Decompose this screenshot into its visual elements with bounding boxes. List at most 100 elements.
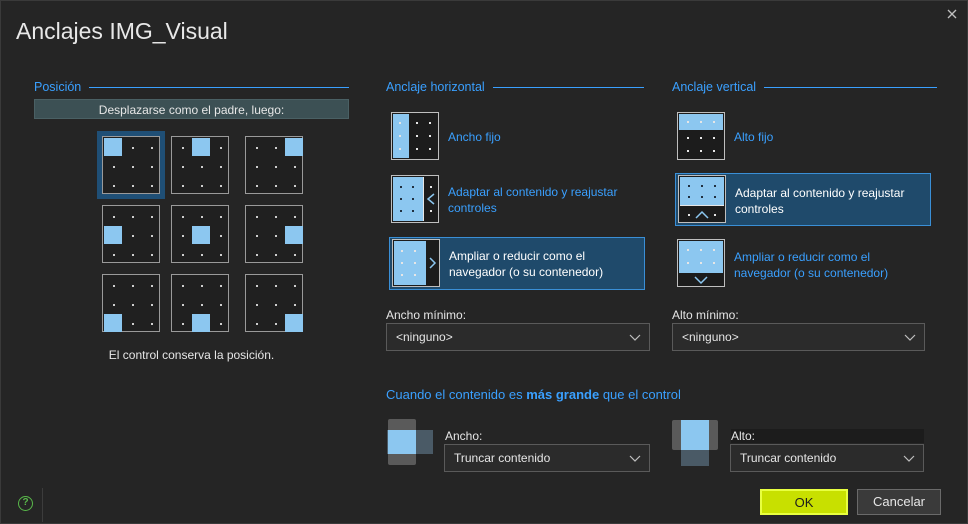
grid-dot <box>151 304 153 306</box>
grid-dot <box>256 285 258 287</box>
grid-dot <box>275 235 277 237</box>
position-anchor-top-right[interactable] <box>240 131 308 199</box>
grid-dot <box>182 166 184 168</box>
grid-dot <box>220 285 222 287</box>
grid-dot <box>132 185 134 187</box>
grid-dot <box>275 147 277 149</box>
truncate-width-select[interactable]: Truncar contenido <box>444 444 650 472</box>
grid-dot <box>275 285 277 287</box>
grid-dot <box>201 166 203 168</box>
anchor-cell-icon <box>102 274 160 332</box>
truncate-width-icon <box>387 419 433 465</box>
fixed-height-icon <box>677 112 725 160</box>
cancel-button[interactable]: Cancelar <box>857 489 941 515</box>
position-anchor-top-center[interactable] <box>166 131 234 199</box>
anchors-dialog: Anclajes IMG_Visual Posición Desplazarse… <box>0 0 968 524</box>
vertical-heading-rule <box>764 86 937 88</box>
dialog-title: Anclajes IMG_Visual <box>16 18 228 44</box>
grid-dot <box>294 216 296 218</box>
grid-dot <box>132 304 134 306</box>
vertical-option-adapt[interactable]: Adaptar al contenido y reajustar control… <box>675 173 931 226</box>
grid-dot <box>220 254 222 256</box>
horizontal-option-fixed[interactable]: Ancho fijo <box>390 111 644 163</box>
position-banner: Desplazarse como el padre, luego: <box>34 99 349 119</box>
anchor-fill <box>285 226 303 244</box>
vertical-heading: Anclaje vertical <box>672 80 937 94</box>
position-anchor-middle-left[interactable] <box>97 200 165 268</box>
horizontal-option-stretch[interactable]: Ampliar o reducir como el navegador (o s… <box>389 237 645 290</box>
vertical-option-fixed[interactable]: Alto fijo <box>676 111 930 163</box>
grid-dot <box>182 285 184 287</box>
position-anchor-bottom-left[interactable] <box>97 269 165 337</box>
grid-dot <box>113 166 115 168</box>
grid-dot <box>220 235 222 237</box>
anchor-fill <box>104 226 122 244</box>
grid-dot <box>182 323 184 325</box>
ok-button[interactable]: OK <box>760 489 848 515</box>
grid-dot <box>182 304 184 306</box>
grid-dot <box>220 185 222 187</box>
horizontal-heading-rule <box>492 86 644 88</box>
grid-dot <box>182 254 184 256</box>
grid-dot <box>113 185 115 187</box>
grid-dot <box>275 304 277 306</box>
anchor-cell-icon <box>245 205 303 263</box>
anchor-fill <box>104 138 122 156</box>
horizontal-option-adapt[interactable]: Adaptar al contenido y reajustar control… <box>390 174 644 226</box>
grid-dot <box>201 285 203 287</box>
close-icon[interactable] <box>945 7 959 21</box>
stretch-width-icon <box>392 239 440 287</box>
min-height-value: <ninguno> <box>682 330 739 344</box>
grid-dot <box>132 235 134 237</box>
grid-dot <box>256 216 258 218</box>
min-width-label: Ancho mínimo: <box>386 308 467 322</box>
grid-dot <box>220 147 222 149</box>
grid-dot <box>151 254 153 256</box>
help-icon[interactable]: ? <box>18 496 33 511</box>
anchor-cell-icon <box>245 136 303 194</box>
anchor-fill <box>285 138 303 156</box>
grid-dot <box>294 254 296 256</box>
adapt-width-icon <box>391 175 439 223</box>
grid-dot <box>151 166 153 168</box>
position-anchor-bottom-right[interactable] <box>240 269 308 337</box>
grid-dot <box>220 304 222 306</box>
position-anchor-middle-center[interactable] <box>166 200 234 268</box>
grid-dot <box>132 147 134 149</box>
position-anchor-bottom-center[interactable] <box>166 269 234 337</box>
grid-dot <box>256 185 258 187</box>
position-anchor-top-left[interactable] <box>97 131 165 199</box>
anchor-cell-icon <box>102 136 160 194</box>
content-larger-suffix: que el control <box>599 387 681 402</box>
vertical-option-fixed-label: Alto fijo <box>734 130 774 144</box>
grid-dot <box>275 185 277 187</box>
grid-dot <box>220 166 222 168</box>
min-height-select[interactable]: <ninguno> <box>672 323 925 351</box>
grid-dot <box>256 235 258 237</box>
grid-dot <box>182 147 184 149</box>
content-larger-heading: Cuando el contenido es más grande que el… <box>386 387 681 402</box>
horizontal-option-fixed-label: Ancho fijo <box>448 130 501 144</box>
grid-dot <box>151 323 153 325</box>
adapt-height-icon <box>678 175 726 223</box>
grid-dot <box>113 304 115 306</box>
anchor-fill <box>192 314 210 332</box>
vertical-option-stretch[interactable]: Ampliar o reducir como el navegador (o s… <box>676 238 930 290</box>
vertical-heading-text: Anclaje vertical <box>672 80 757 94</box>
horizontal-option-stretch-label: Ampliar o reducir como el navegador (o s… <box>449 249 604 279</box>
anchor-fill <box>192 138 210 156</box>
grid-dot <box>275 216 277 218</box>
truncate-height-select[interactable]: Truncar contenido <box>730 444 924 472</box>
anchor-cell-icon <box>102 205 160 263</box>
min-width-select[interactable]: <ninguno> <box>386 323 650 351</box>
grid-dot <box>132 216 134 218</box>
grid-dot <box>294 185 296 187</box>
anchor-fill <box>104 314 122 332</box>
position-anchor-middle-right[interactable] <box>240 200 308 268</box>
grid-dot <box>220 323 222 325</box>
truncate-height-icon <box>672 420 718 466</box>
min-width-value: <ninguno> <box>396 330 453 344</box>
grid-dot <box>151 216 153 218</box>
position-heading: Posición <box>34 80 349 94</box>
chevron-down-icon <box>629 455 641 462</box>
